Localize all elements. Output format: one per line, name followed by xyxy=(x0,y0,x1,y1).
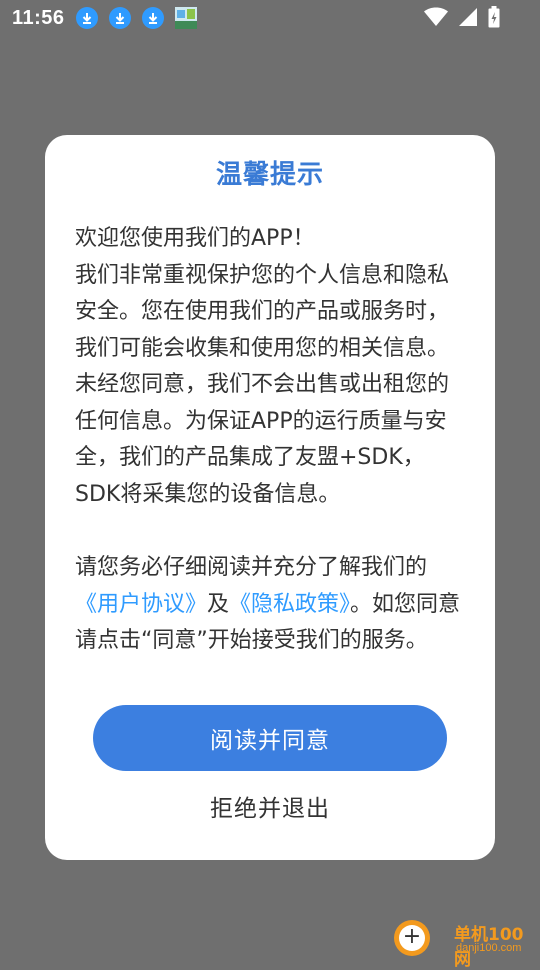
privacy-paragraph: 我们非常重视保护您的个人信息和隐私安全。您在使用我们的产品或服务时，我们可能会收… xyxy=(75,262,450,507)
user-agreement-link[interactable]: 《用户协议》 xyxy=(75,592,207,617)
status-right-icons xyxy=(424,6,500,28)
privacy-notice-text: 欢迎您使用我们的APP！ 我们非常重视保护您的个人信息和隐私安全。您在使用我们的… xyxy=(75,221,470,653)
reject-exit-button[interactable]: 拒绝并退出 xyxy=(93,786,447,826)
and-text: 及 xyxy=(207,591,230,617)
agree-button[interactable]: 阅读并同意 xyxy=(93,705,447,771)
welcome-line: 欢迎您使用我们的APP！ xyxy=(75,226,315,251)
status-time: 11:56 xyxy=(12,6,65,29)
download-icon xyxy=(75,7,98,29)
agreement-prefix: 请您务必仔细阅读并充分了解我们的 xyxy=(75,555,428,580)
watermark-logo-icon: + xyxy=(394,920,430,956)
battery-charging-icon xyxy=(488,6,500,28)
watermark-url: danji100.com xyxy=(456,942,522,954)
agreement-paragraph: 请您务必仔细阅读并充分了解我们的《用户协议》及《隐私政策》。如您同意请点击“同意… xyxy=(75,550,470,653)
download-icon xyxy=(108,7,131,29)
dialog-title: 温馨提示 xyxy=(215,160,324,190)
app-thumbnail-icon xyxy=(174,7,197,29)
wifi-icon xyxy=(424,7,448,26)
privacy-policy-link[interactable]: 《隐私政策》 xyxy=(229,592,350,617)
signal-icon xyxy=(459,8,477,26)
watermark: + 单机100网 danji100.com xyxy=(390,912,540,970)
status-bar: 11:56 xyxy=(0,0,540,36)
download-icon xyxy=(141,7,164,29)
